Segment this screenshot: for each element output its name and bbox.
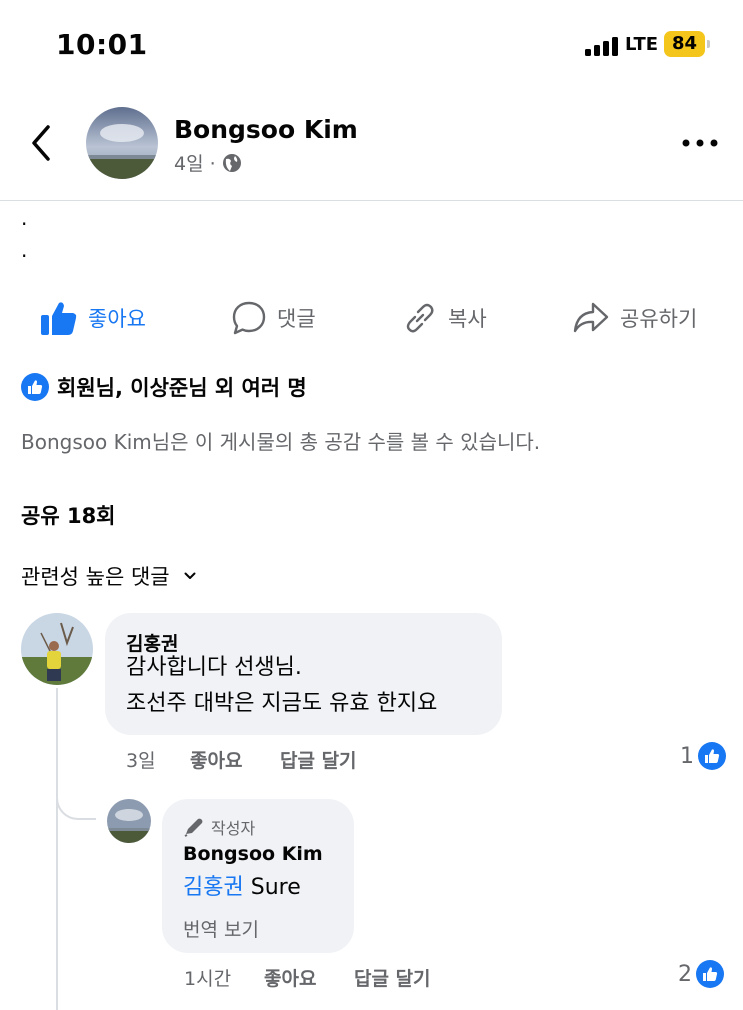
like-reaction-icon <box>696 960 724 988</box>
comment-label: 댓글 <box>277 307 316 331</box>
status-time: 10:01 <box>56 28 148 61</box>
share-button[interactable]: 공유하기 <box>572 296 697 340</box>
commenter-avatar[interactable] <box>21 613 93 685</box>
chevron-down-icon <box>184 572 196 579</box>
post-body-line: . <box>21 238 28 262</box>
signal-icon <box>585 36 619 56</box>
reply-like-button[interactable]: 좋아요 <box>264 964 316 991</box>
comment-text-line: 감사합니다 선생님. <box>126 655 302 680</box>
comment-like-button[interactable]: 좋아요 <box>190 746 242 773</box>
thumbs-up-icon <box>41 302 77 335</box>
like-reaction-icon <box>698 742 726 770</box>
like-count-value: 2 <box>678 961 692 987</box>
reply-connector <box>56 770 96 820</box>
share-label: 공유하기 <box>620 307 698 331</box>
comment-bubble: 김홍권 감사합니다 선생님. 조선주 대박은 지금도 유효 한지요 <box>105 613 502 735</box>
comment-button[interactable]: 댓글 <box>231 296 316 340</box>
back-icon[interactable] <box>28 123 56 163</box>
author-name[interactable]: Bongsoo Kim <box>174 115 358 144</box>
more-options-icon[interactable] <box>680 135 720 151</box>
reactions-text: 회원님, 이상준님 외 여러 명 <box>57 376 307 400</box>
comment-like-count[interactable]: 1 <box>680 742 726 770</box>
comment-reply-button[interactable]: 답글 달기 <box>280 746 357 773</box>
author-badge: 작성자 <box>183 815 255 839</box>
pencil-icon <box>184 818 203 837</box>
like-count-value: 1 <box>680 743 694 769</box>
reply-author-avatar[interactable] <box>107 799 151 843</box>
network-label: LTE <box>625 34 659 55</box>
battery-level: 84 <box>664 31 705 57</box>
reply-reply-button[interactable]: 답글 달기 <box>354 964 431 991</box>
reply-body: Sure <box>243 875 301 900</box>
see-translation-link[interactable]: 번역 보기 <box>183 915 259 942</box>
reply-author[interactable]: Bongsoo Kim <box>183 843 323 865</box>
post-meta: 4일 · <box>174 149 242 176</box>
reply-like-count[interactable]: 2 <box>678 960 724 988</box>
comment-sort-dropdown[interactable]: 관련성 높은 댓글 <box>21 561 196 591</box>
comment-bubble-icon <box>232 301 266 335</box>
like-label: 좋아요 <box>88 307 146 331</box>
globe-icon <box>222 153 241 172</box>
like-reaction-icon <box>21 373 49 401</box>
post-header: Bongsoo Kim 4일 · <box>0 95 743 201</box>
reply-bubble: 작성자 Bongsoo Kim 김홍권 Sure 번역 보기 <box>162 799 354 953</box>
author-badge-label: 작성자 <box>211 819 256 838</box>
reply-text: 김홍권 Sure <box>183 871 301 905</box>
copy-label: 복사 <box>448 307 487 331</box>
like-button[interactable]: 좋아요 <box>40 296 146 340</box>
link-icon <box>406 303 434 333</box>
copy-button[interactable]: 복사 <box>402 296 487 340</box>
reaction-visibility-note: Bongsoo Kim님은 이 게시물의 총 공감 수를 볼 수 있습니다. <box>21 430 541 454</box>
share-arrow-icon <box>573 302 609 333</box>
reactions-summary[interactable]: 회원님, 이상준님 외 여러 명 <box>21 372 307 402</box>
sort-label: 관련성 높은 댓글 <box>21 565 170 589</box>
post-body-line: . <box>21 206 28 230</box>
post-age: 4일 · <box>174 153 216 175</box>
thread-line <box>56 688 58 1010</box>
share-count[interactable]: 공유 18회 <box>21 500 116 530</box>
comment-text-line: 조선주 대박은 지금도 유효 한지요 <box>126 691 438 716</box>
author-avatar[interactable] <box>86 107 158 179</box>
reply-time[interactable]: 1시간 <box>184 964 231 991</box>
comment-time[interactable]: 3일 <box>126 746 156 773</box>
status-bar: 10:01 LTE 84 <box>0 0 743 90</box>
mention-link[interactable]: 김홍권 <box>183 875 244 900</box>
battery-icon: 84 <box>664 31 710 57</box>
